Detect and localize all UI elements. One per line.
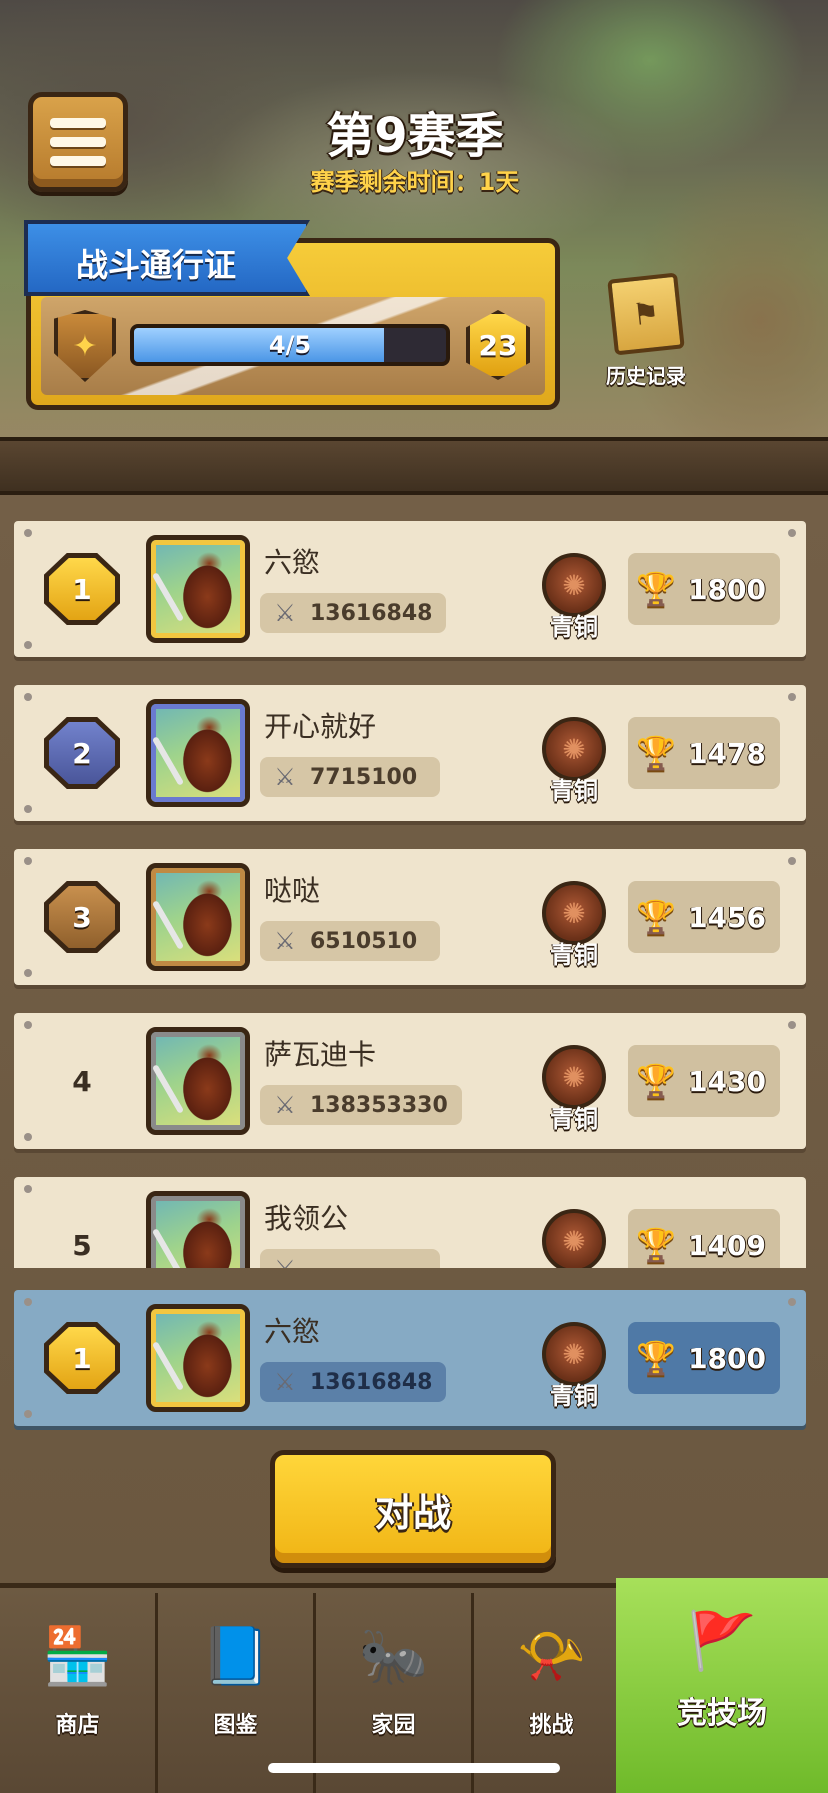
nail <box>24 857 32 865</box>
book-icon: 📘 <box>200 1624 271 1689</box>
nail <box>24 1298 32 1306</box>
nail <box>24 641 32 649</box>
combat-power: ⚔ 13616848 <box>260 1362 447 1402</box>
crossed-swords-icon: ⚔ <box>268 1253 302 1268</box>
trophy-icon: 🏆 <box>636 898 676 936</box>
shop-icon: 🏪 <box>42 1624 113 1689</box>
nail <box>24 805 32 813</box>
leaderboard-row[interactable]: 4 萨瓦迪卡 ⚔ 138353330 ✺ 青铜 🏆 1430 <box>14 1013 806 1149</box>
player-name: 开心就好 <box>264 710 377 743</box>
tier-badge: ✺ 青铜 <box>536 717 612 806</box>
player-name: 哒哒 <box>264 874 321 907</box>
beetle-tier-icon: ✺ <box>542 1209 606 1268</box>
leaderboard-row[interactable]: 3 哒哒 ⚔ 6510510 ✺ 青铜 🏆 1456 <box>14 849 806 985</box>
menu-button[interactable] <box>28 92 128 192</box>
rank-badge-silver: 2 <box>44 717 120 789</box>
leaderboard-row[interactable]: 1 六慾 ⚔ 13616848 ✺ 青铜 🏆 1800 <box>14 521 806 657</box>
trophy-count: 🏆 1800 <box>628 553 780 625</box>
menu-icon-bar <box>50 118 106 128</box>
crossed-swords-icon: ⚔ <box>274 763 296 791</box>
player-name: 我领公 <box>264 1202 349 1235</box>
rank-badge-bronze: 3 <box>44 881 120 953</box>
rank-number: 5 <box>72 1228 92 1262</box>
trophy-icon: 🏆 <box>636 1339 676 1377</box>
trophy-count: 🏆 1430 <box>628 1045 780 1117</box>
combat-power: ⚔ <box>260 1249 440 1268</box>
rank-number: 4 <box>72 1064 92 1098</box>
nail <box>24 969 32 977</box>
player-name: 六慾 <box>264 1315 321 1348</box>
tier-badge: ✺ 青铜 <box>536 881 612 970</box>
crossed-swords-icon: ⚔ <box>274 1091 296 1119</box>
history-label: 历史记录 <box>606 364 686 388</box>
nail <box>24 1021 32 1029</box>
trophy-icon: 🏆 <box>636 1062 676 1100</box>
trophy-icon: 🏆 <box>636 734 676 772</box>
nail <box>24 1410 32 1418</box>
leaderboard-list[interactable]: 1 六慾 ⚔ 13616848 ✺ 青铜 🏆 1800 2 开心就好 ⚔ 771… <box>0 495 828 1268</box>
nail <box>24 529 32 537</box>
player-name: 萨瓦迪卡 <box>264 1038 377 1071</box>
combat-power: ⚔ 13616848 <box>260 593 447 633</box>
trophy-count: 🏆 1409 <box>628 1209 780 1268</box>
player-avatar[interactable] <box>146 863 250 971</box>
player-name: 六慾 <box>264 546 321 579</box>
nav-item-arena[interactable]: 🚩 竞技场 <box>616 1578 828 1793</box>
nail <box>788 857 796 865</box>
season-title: 第9赛季 <box>326 108 504 164</box>
player-avatar[interactable] <box>146 1027 250 1135</box>
player-avatar[interactable] <box>146 535 250 643</box>
menu-icon-bar <box>50 137 106 147</box>
trophy-icon: 🏆 <box>636 1226 676 1264</box>
home-icon: 🐜 <box>358 1624 429 1689</box>
battle-pass-progress-text: 4/5 <box>268 331 312 359</box>
menu-icon-bar <box>50 156 106 166</box>
trophy-icon: 🏆 <box>636 570 676 608</box>
battle-button[interactable]: 对战 <box>270 1450 556 1568</box>
trophy-count: 🏆 1456 <box>628 881 780 953</box>
arena-banner-icon: 🚩 <box>687 1609 757 1674</box>
tier-badge: ✺ 青铜 <box>536 1322 612 1411</box>
nail <box>24 1133 32 1141</box>
crossed-swords-icon: ⚔ <box>274 1368 296 1396</box>
player-avatar[interactable] <box>146 699 250 807</box>
battle-pass-title: 战斗通行证 <box>24 220 310 296</box>
nav-item-shop[interactable]: 🏪 商店 <box>0 1593 158 1793</box>
nail <box>788 1298 796 1306</box>
my-rank-row[interactable]: 1 六慾 ⚔ 13616848 ✺ 青铜 🏆 1800 <box>14 1290 806 1426</box>
tier-badge: ✺ 青铜 <box>536 1045 612 1134</box>
rank-badge-gold: 1 <box>44 553 120 625</box>
combat-power: ⚔ 138353330 <box>260 1085 462 1125</box>
nail <box>788 1021 796 1029</box>
player-avatar[interactable] <box>146 1191 250 1268</box>
trophy-count: 🏆 1478 <box>628 717 780 789</box>
crossed-swords-icon: ⚔ <box>274 927 296 955</box>
tier-badge: ✺ 青铜 <box>536 553 612 642</box>
combat-power: ⚔ 6510510 <box>260 921 440 961</box>
combat-power: ⚔ 7715100 <box>260 757 440 797</box>
bottom-nav: 🏪 商店 📘 图鉴 🐜 家园 📯 挑战 🚩 竞技场 <box>0 1578 828 1793</box>
player-avatar[interactable] <box>146 1304 250 1412</box>
board-top-plank <box>0 437 828 495</box>
season-remaining-time: 赛季剩余时间：1天 <box>310 168 520 196</box>
scroll-flag-icon: ⚑ <box>607 272 685 356</box>
nail <box>788 693 796 701</box>
horn-icon: 📯 <box>516 1624 587 1689</box>
nail <box>24 1185 32 1193</box>
home-indicator[interactable] <box>268 1763 560 1773</box>
crossed-swords-icon: ⚔ <box>274 599 296 627</box>
tier-badge: ✺ 青铜 <box>536 1209 612 1268</box>
history-button[interactable]: ⚑ 历史记录 <box>596 272 696 392</box>
leaderboard-row[interactable]: 2 开心就好 ⚔ 7715100 ✺ 青铜 🏆 1478 <box>14 685 806 821</box>
nail <box>788 529 796 537</box>
rank-badge-gold: 1 <box>44 1322 120 1394</box>
leaderboard-row[interactable]: 5 我领公 ⚔ ✺ 青铜 🏆 1409 <box>14 1177 806 1268</box>
battle-pass-progress-bar: 4/5 <box>130 324 450 366</box>
trophy-count: 🏆 1800 <box>628 1322 780 1394</box>
nail <box>24 693 32 701</box>
